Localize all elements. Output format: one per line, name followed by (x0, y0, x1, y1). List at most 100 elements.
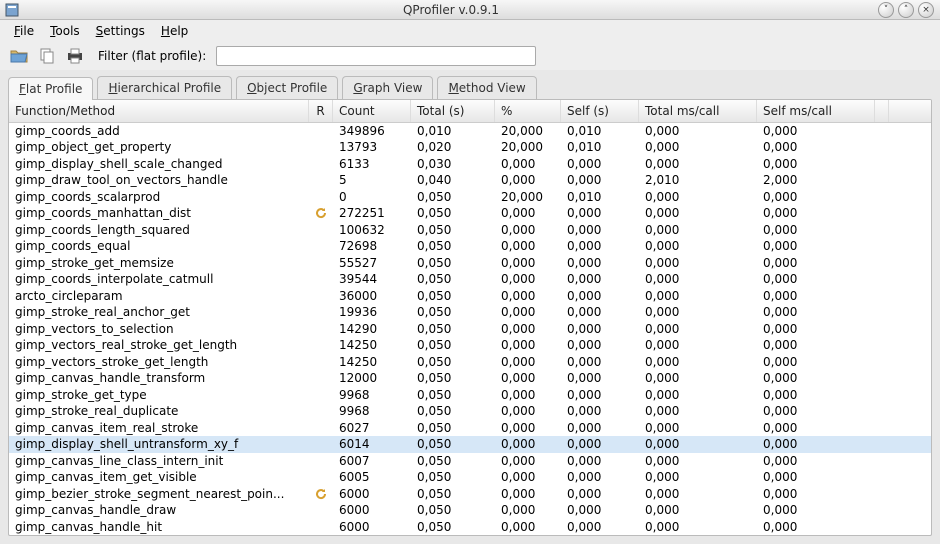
cell-total: 0,050 (411, 256, 495, 270)
cell-total: 0,050 (411, 206, 495, 220)
cell-percent: 0,000 (495, 338, 561, 352)
cell-total: 0,050 (411, 503, 495, 517)
cell-self-ms: 0,000 (757, 421, 875, 435)
cell-function: gimp_display_shell_scale_changed (9, 157, 309, 171)
cell-function: gimp_vectors_stroke_get_length (9, 355, 309, 369)
menu-file[interactable]: File (8, 22, 40, 40)
cell-self: 0,000 (561, 388, 639, 402)
copy-icon[interactable] (36, 45, 58, 67)
table-row[interactable]: gimp_coords_scalarprod00,05020,0000,0100… (9, 189, 931, 206)
col-total-ms-call[interactable]: Total ms/call (639, 100, 757, 122)
cell-self-ms: 0,000 (757, 289, 875, 303)
open-icon[interactable] (8, 45, 30, 67)
cell-percent: 0,000 (495, 272, 561, 286)
table-row[interactable]: gimp_canvas_line_class_intern_init60070,… (9, 453, 931, 470)
col-self-ms-call[interactable]: Self ms/call (757, 100, 875, 122)
cell-self: 0,000 (561, 470, 639, 484)
tab-object-profile[interactable]: Object Profile (236, 76, 338, 99)
table-row[interactable]: gimp_coords_manhattan_dist2722510,0500,0… (9, 205, 931, 222)
cell-count: 6000 (333, 520, 411, 534)
cell-function: gimp_draw_tool_on_vectors_handle (9, 173, 309, 187)
cell-percent: 0,000 (495, 454, 561, 468)
col-count[interactable]: Count (333, 100, 411, 122)
table-row[interactable]: gimp_coords_equal726980,0500,0000,0000,0… (9, 238, 931, 255)
cell-count: 9968 (333, 388, 411, 402)
cell-count: 55527 (333, 256, 411, 270)
table-row[interactable]: gimp_vectors_stroke_get_length142500,050… (9, 354, 931, 371)
cell-self: 0,000 (561, 437, 639, 451)
tabs: Flat Profile Hierarchical Profile Object… (8, 76, 932, 99)
menu-tools[interactable]: Tools (44, 22, 86, 40)
tab-graph-view[interactable]: Graph View (342, 76, 433, 99)
col-function[interactable]: Function/Method (9, 100, 309, 122)
table-row[interactable]: gimp_stroke_real_anchor_get199360,0500,0… (9, 304, 931, 321)
table-row[interactable]: gimp_stroke_real_duplicate99680,0500,000… (9, 403, 931, 420)
cell-count: 6005 (333, 470, 411, 484)
table-row[interactable]: gimp_vectors_real_stroke_get_length14250… (9, 337, 931, 354)
cell-total-ms: 0,000 (639, 338, 757, 352)
cell-percent: 0,000 (495, 371, 561, 385)
close-button[interactable]: × (918, 2, 934, 18)
table-row[interactable]: arcto_circleparam360000,0500,0000,0000,0… (9, 288, 931, 305)
table-row[interactable]: gimp_canvas_item_get_visible60050,0500,0… (9, 469, 931, 486)
cell-total-ms: 0,000 (639, 322, 757, 336)
col-total[interactable]: Total (s) (411, 100, 495, 122)
cell-function: gimp_vectors_real_stroke_get_length (9, 338, 309, 352)
minimize-button[interactable]: ˅ (878, 2, 894, 18)
cell-function: gimp_display_shell_untransform_xy_f (9, 437, 309, 451)
table-row[interactable]: gimp_stroke_get_memsize555270,0500,0000,… (9, 255, 931, 272)
table-row[interactable]: gimp_canvas_handle_hit60000,0500,0000,00… (9, 519, 931, 536)
cell-count: 6007 (333, 454, 411, 468)
table: Function/Method R Count Total (s) % Self… (8, 99, 932, 537)
tab-method-view[interactable]: Method View (437, 76, 536, 99)
cell-function: gimp_canvas_line_class_intern_init (9, 454, 309, 468)
table-row[interactable]: gimp_draw_tool_on_vectors_handle50,0400,… (9, 172, 931, 189)
cell-total-ms: 0,000 (639, 421, 757, 435)
menu-settings[interactable]: Settings (90, 22, 151, 40)
table-row[interactable]: gimp_object_get_property137930,02020,000… (9, 139, 931, 156)
cell-count: 9968 (333, 404, 411, 418)
cell-self: 0,000 (561, 173, 639, 187)
table-row[interactable]: gimp_bezier_stroke_segment_nearest_poin.… (9, 486, 931, 503)
cell-recursive (309, 206, 333, 220)
table-body[interactable]: gimp_coords_add3498960,01020,0000,0100,0… (9, 123, 931, 536)
cell-total-ms: 0,000 (639, 388, 757, 402)
col-r[interactable]: R (309, 100, 333, 122)
menu-bar: File Tools Settings Help (0, 20, 940, 42)
cell-percent: 0,000 (495, 157, 561, 171)
maximize-button[interactable]: ˄ (898, 2, 914, 18)
filter-input[interactable] (216, 46, 536, 66)
cell-total-ms: 0,000 (639, 239, 757, 253)
cell-count: 6133 (333, 157, 411, 171)
cell-total: 0,050 (411, 520, 495, 534)
table-row[interactable]: gimp_canvas_handle_draw60000,0500,0000,0… (9, 502, 931, 519)
print-icon[interactable] (64, 45, 86, 67)
cell-percent: 0,000 (495, 520, 561, 534)
table-row[interactable]: gimp_stroke_get_type99680,0500,0000,0000… (9, 387, 931, 404)
cell-function: gimp_coords_scalarprod (9, 190, 309, 204)
cell-self: 0,000 (561, 371, 639, 385)
table-row[interactable]: gimp_coords_add3498960,01020,0000,0100,0… (9, 123, 931, 140)
tab-flat-profile[interactable]: Flat Profile (8, 77, 93, 100)
table-row[interactable]: gimp_canvas_handle_transform120000,0500,… (9, 370, 931, 387)
cell-self: 0,000 (561, 338, 639, 352)
table-row[interactable]: gimp_display_shell_scale_changed61330,03… (9, 156, 931, 173)
table-row[interactable]: gimp_coords_length_squared1006320,0500,0… (9, 222, 931, 239)
cell-self: 0,000 (561, 272, 639, 286)
table-row[interactable]: gimp_coords_interpolate_catmull395440,05… (9, 271, 931, 288)
table-row[interactable]: gimp_canvas_item_real_stroke60270,0500,0… (9, 420, 931, 437)
table-row[interactable]: gimp_display_shell_untransform_xy_f60140… (9, 436, 931, 453)
col-percent[interactable]: % (495, 100, 561, 122)
col-self[interactable]: Self (s) (561, 100, 639, 122)
cell-total: 0,050 (411, 454, 495, 468)
cell-percent: 0,000 (495, 503, 561, 517)
cell-percent: 0,000 (495, 421, 561, 435)
titlebar: QProfiler v.0.9.1 ˅ ˄ × (0, 0, 940, 20)
cell-self-ms: 0,000 (757, 520, 875, 534)
cell-total-ms: 0,000 (639, 503, 757, 517)
cell-function: gimp_stroke_get_memsize (9, 256, 309, 270)
table-row[interactable]: gimp_vectors_to_selection142900,0500,000… (9, 321, 931, 338)
cell-total-ms: 0,000 (639, 140, 757, 154)
tab-hierarchical-profile[interactable]: Hierarchical Profile (97, 76, 232, 99)
menu-help[interactable]: Help (155, 22, 194, 40)
